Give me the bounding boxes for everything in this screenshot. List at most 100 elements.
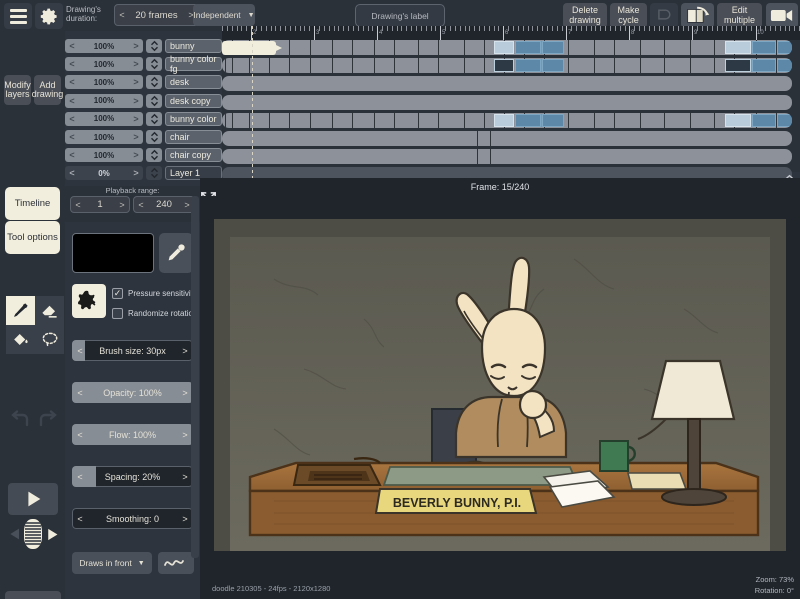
brush-size-slider[interactable]: < Brush size: 30px > bbox=[72, 340, 193, 361]
keyframe-cell[interactable] bbox=[515, 41, 541, 54]
make-cycle-button[interactable]: Make cycle bbox=[610, 3, 647, 28]
opacity-slider[interactable]: < Opacity: 100% > bbox=[72, 382, 193, 403]
layer-row[interactable]: < 100% > bunny bbox=[65, 38, 222, 54]
spacing-slider[interactable]: < Spacing: 20% > bbox=[72, 466, 193, 487]
layer-reorder-icon[interactable] bbox=[146, 148, 162, 163]
lasso-select-icon[interactable] bbox=[35, 325, 64, 354]
timeline-track[interactable] bbox=[222, 40, 792, 55]
scrub-wheel-icon[interactable] bbox=[24, 519, 42, 549]
eraser-icon[interactable] bbox=[35, 296, 64, 325]
slider-prev-arrow[interactable]: < bbox=[72, 514, 88, 524]
duration-prev-arrow[interactable]: < bbox=[115, 10, 129, 20]
keyframe-cell[interactable] bbox=[752, 113, 776, 127]
layer-row[interactable]: < 100% > chair copy bbox=[65, 147, 222, 163]
brush-stamp-icon[interactable] bbox=[72, 284, 106, 318]
draws-in-front-dropdown[interactable]: Draws in front ▼ bbox=[72, 552, 152, 574]
timeline-track[interactable] bbox=[222, 149, 792, 165]
camera-icon[interactable] bbox=[766, 3, 798, 28]
randomize-rotation-checkbox[interactable]: Randomize rotation bbox=[112, 308, 197, 319]
slider-prev-arrow[interactable]: < bbox=[72, 430, 88, 440]
undo-icon[interactable] bbox=[8, 408, 32, 432]
layer-name-input[interactable]: bunny bbox=[165, 39, 222, 53]
layer-reorder-icon[interactable] bbox=[146, 57, 162, 72]
modify-layers-button[interactable]: Modify layers bbox=[4, 75, 31, 105]
timeline-track[interactable] bbox=[222, 131, 792, 146]
keyframe-cell[interactable] bbox=[725, 59, 751, 73]
layer-name-input[interactable]: chair copy bbox=[165, 148, 222, 163]
keyframe-cell[interactable] bbox=[515, 59, 541, 73]
delete-drawing-button[interactable]: Delete drawing bbox=[563, 3, 607, 28]
keyframe-cell[interactable] bbox=[777, 59, 792, 73]
timeline-ruler[interactable]: 2 3 4 5 6 7 8 9 10 bbox=[222, 26, 800, 40]
layer-row[interactable]: < 100% > desk copy bbox=[65, 93, 222, 109]
flow-slider[interactable]: < Flow: 100% > bbox=[72, 424, 193, 445]
independent-dropdown[interactable]: Independent ▼ bbox=[193, 4, 255, 26]
layer-opacity-prev[interactable]: < bbox=[65, 114, 79, 124]
layer-reorder-icon[interactable] bbox=[146, 93, 162, 108]
layer-opacity-stepper[interactable]: < 100% > bbox=[65, 111, 143, 126]
layer-reorder-icon[interactable] bbox=[146, 39, 162, 53]
artboard[interactable]: BEVERLY BUNNY, P.I. bbox=[214, 219, 786, 551]
playhead[interactable] bbox=[252, 26, 253, 182]
layer-opacity-next[interactable]: > bbox=[129, 96, 143, 106]
layer-name-input[interactable]: desk bbox=[165, 75, 222, 90]
layer-reorder-icon[interactable] bbox=[146, 111, 162, 126]
edit-multiple-button[interactable]: Edit multiple bbox=[717, 3, 762, 28]
layer-opacity-prev[interactable]: < bbox=[65, 59, 79, 69]
step-forward-icon[interactable] bbox=[42, 521, 62, 547]
layer-opacity-next[interactable]: > bbox=[129, 59, 143, 69]
keyframe-cell[interactable] bbox=[494, 59, 514, 73]
brush-icon[interactable] bbox=[6, 296, 35, 325]
layer-name-input[interactable]: bunny color fg bbox=[165, 54, 222, 74]
timeline-track[interactable] bbox=[222, 112, 792, 128]
layer-name-input[interactable]: bunny color bbox=[165, 111, 222, 126]
wave-stabilizer-icon[interactable] bbox=[158, 552, 194, 574]
playback-end-prev[interactable]: < bbox=[134, 200, 148, 210]
timeline-tracks[interactable] bbox=[222, 40, 800, 183]
playback-start-prev[interactable]: < bbox=[71, 200, 85, 210]
canvas-viewport[interactable]: BEVERLY BUNNY, P.I. bbox=[200, 196, 800, 558]
keyframe-cell[interactable] bbox=[542, 41, 564, 54]
layer-opacity-stepper[interactable]: < 100% > bbox=[65, 130, 143, 144]
smoothing-slider[interactable]: < Smoothing: 0 > bbox=[72, 508, 193, 529]
layer-opacity-next[interactable]: > bbox=[129, 41, 143, 51]
eyedropper-icon[interactable] bbox=[159, 233, 193, 273]
keyframe-cell[interactable] bbox=[542, 59, 564, 73]
layer-opacity-prev[interactable]: < bbox=[65, 132, 79, 142]
tab-timeline[interactable]: Timeline bbox=[5, 187, 60, 220]
layer-opacity-next[interactable]: > bbox=[129, 168, 143, 178]
keyframe-cell[interactable] bbox=[777, 113, 792, 127]
color-swatch[interactable] bbox=[72, 233, 154, 273]
layer-opacity-stepper[interactable]: < 100% > bbox=[65, 75, 143, 90]
play-icon[interactable] bbox=[8, 483, 58, 515]
layer-opacity-stepper[interactable]: < 100% > bbox=[65, 39, 143, 53]
layer-row[interactable]: < 100% > bunny color bbox=[65, 111, 222, 127]
drawing-duration-stepper[interactable]: < 20 frames > bbox=[114, 4, 199, 26]
layer-opacity-prev[interactable]: < bbox=[65, 77, 79, 87]
onion-skin-icon[interactable] bbox=[650, 3, 678, 28]
keyframe-cell[interactable] bbox=[752, 59, 776, 73]
slider-prev-arrow[interactable]: < bbox=[72, 472, 88, 482]
playback-end-stepper[interactable]: < 240 > bbox=[133, 196, 195, 213]
keyframe-cell[interactable] bbox=[752, 41, 776, 54]
timeline-track[interactable] bbox=[222, 94, 792, 110]
layer-opacity-next[interactable]: > bbox=[129, 77, 143, 87]
layer-row[interactable]: < 100% > bunny color fg bbox=[65, 54, 222, 74]
layer-name-input[interactable]: desk copy bbox=[165, 93, 222, 108]
layer-reorder-icon[interactable] bbox=[146, 166, 162, 181]
layer-row[interactable]: < 100% > chair bbox=[65, 129, 222, 145]
timeline-track[interactable] bbox=[222, 76, 792, 92]
layer-opacity-next[interactable]: > bbox=[129, 150, 143, 160]
pressure-sensitivity-checkbox[interactable]: ✓ Pressure sensitivity bbox=[112, 288, 197, 299]
layer-row[interactable]: < 100% > desk bbox=[65, 74, 222, 90]
layer-opacity-prev[interactable]: < bbox=[65, 168, 79, 178]
layer-opacity-next[interactable]: > bbox=[129, 132, 143, 142]
gear-icon[interactable] bbox=[35, 3, 63, 29]
playback-start-stepper[interactable]: < 1 > bbox=[70, 196, 130, 213]
panel-resize-handle[interactable] bbox=[191, 196, 199, 558]
layer-opacity-next[interactable]: > bbox=[129, 114, 143, 124]
keyframe-cell[interactable] bbox=[494, 41, 514, 54]
layer-opacity-stepper[interactable]: < 100% > bbox=[65, 148, 143, 163]
layer-opacity-prev[interactable]: < bbox=[65, 96, 79, 106]
keyframe-cell[interactable] bbox=[515, 113, 541, 127]
